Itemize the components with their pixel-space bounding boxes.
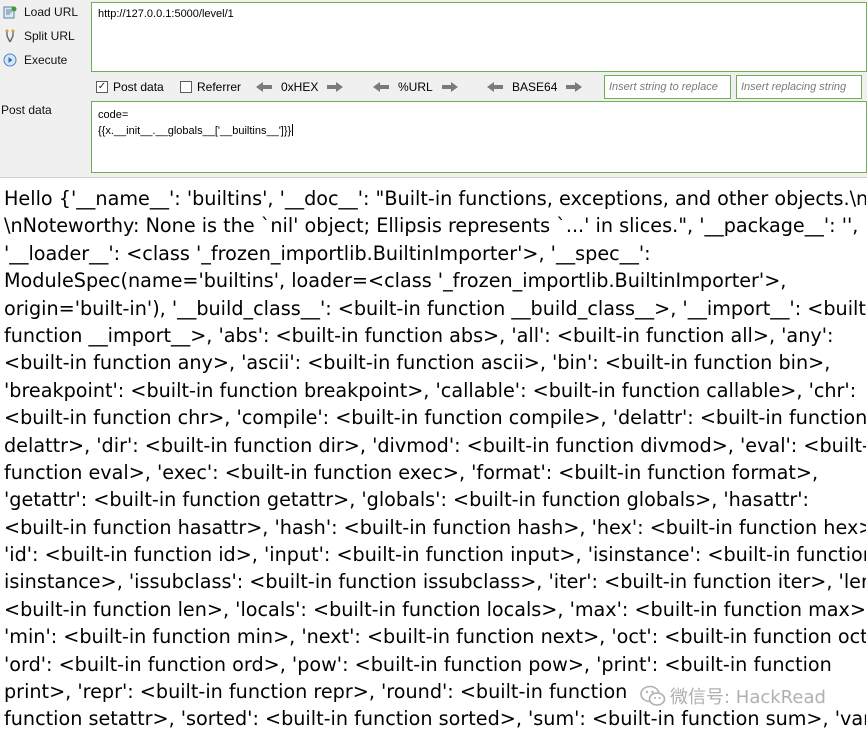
post-data-checkbox[interactable]: ✓ Post data <box>96 79 164 95</box>
replace-string-field[interactable] <box>604 75 731 99</box>
replace-string-input[interactable] <box>605 76 730 98</box>
arrow-right-icon[interactable] <box>565 81 583 93</box>
post-data-line-2-text: {{x.__init__.__globals__['__builtins__']… <box>98 125 292 137</box>
url-encode-control: %URL <box>372 79 459 95</box>
split-url-button[interactable]: Split URL <box>2 26 75 46</box>
wechat-watermark: 微信号: HackRead <box>640 683 826 709</box>
response-line: <built-in function hasattr>, 'hash': <bu… <box>4 515 866 539</box>
execute-icon <box>2 52 18 68</box>
load-url-icon <box>2 4 18 20</box>
hex-encode-control: 0xHEX <box>255 79 344 95</box>
arrow-left-icon[interactable] <box>255 81 273 93</box>
response-line: <built-in function any>, 'ascii': <built… <box>4 351 831 375</box>
response-line: <built-in function chr>, 'compile': <bui… <box>4 406 866 430</box>
referrer-checkbox[interactable]: Referrer <box>180 79 241 95</box>
arrow-left-icon[interactable] <box>372 81 390 93</box>
execute-label: Execute <box>24 53 68 67</box>
url-textarea[interactable]: http://127.0.0.1:5000/level/1 <box>91 2 867 72</box>
response-line: 'min': <built-in function min>, 'next': … <box>4 625 866 649</box>
replacing-string-field[interactable] <box>736 75 862 99</box>
split-url-label: Split URL <box>24 29 75 43</box>
url-value: http://127.0.0.1:5000/level/1 <box>98 8 234 20</box>
load-url-label: Load URL <box>24 5 79 19</box>
post-data-label: Post data <box>1 103 52 117</box>
arrow-right-icon[interactable] <box>441 81 459 93</box>
post-data-line-2: {{x.__init__.__globals__['__builtins__']… <box>98 124 294 137</box>
checkmark-icon: ✓ <box>96 81 108 93</box>
wechat-icon <box>640 685 666 706</box>
response-line: ModuleSpec(name='builtins', loader=<clas… <box>4 269 787 293</box>
referrer-checkbox-label: Referrer <box>197 80 242 94</box>
response-body: Hello {'__name__': 'builtins', '__doc__'… <box>4 185 866 733</box>
response-line: origin='built-in'), '__build_class__': <… <box>4 296 866 320</box>
response-line: 'id': <built-in function id>, 'input': <… <box>4 543 866 567</box>
response-line: function eval>, 'exec': <built-in functi… <box>4 460 819 484</box>
response-line: \nNoteworthy: None is the `nil' object; … <box>4 214 859 238</box>
response-line: function __import__>, 'abs': <built-in f… <box>4 323 834 347</box>
post-data-checkbox-label: Post data <box>113 80 164 94</box>
base64-encode-control: BASE64 <box>486 79 583 95</box>
empty-checkbox-icon <box>180 81 192 93</box>
response-line: 'ord': <built-in function ord>, 'pow': <… <box>4 652 832 676</box>
text-caret <box>292 124 294 136</box>
replacing-string-input[interactable] <box>737 76 861 98</box>
arrow-right-icon[interactable] <box>326 81 344 93</box>
execute-button[interactable]: Execute <box>2 50 67 70</box>
response-line: '__loader__': <class '_frozen_importlib.… <box>4 241 651 265</box>
url-encode-label: %URL <box>398 80 433 94</box>
load-url-button[interactable]: Load URL <box>2 2 78 22</box>
post-data-line-1: code= <box>98 109 129 121</box>
response-line: delattr>, 'dir': <built-in function dir>… <box>4 433 866 457</box>
split-url-icon <box>2 28 18 44</box>
response-line: function setattr>, 'sorted': <built-in f… <box>4 707 866 731</box>
watermark-text: 微信号: HackRead <box>670 687 826 708</box>
hex-label: 0xHEX <box>281 80 319 94</box>
arrow-left-icon[interactable] <box>486 81 504 93</box>
hackbar-panel: Load URL Split URL Execute http://127.0.… <box>0 0 867 178</box>
response-line: isinstance>, 'issubclass': <built-in fun… <box>4 570 866 594</box>
response-line: 'getattr': <built-in function getattr>, … <box>4 488 810 512</box>
response-line: Hello {'__name__': 'builtins', '__doc__'… <box>4 187 866 210</box>
response-line: 'breakpoint': <built-in function breakpo… <box>4 378 857 402</box>
base64-label: BASE64 <box>512 80 558 94</box>
response-line: <built-in function len>, 'locals': <buil… <box>4 597 866 621</box>
post-data-textarea[interactable]: code= {{x.__init__.__globals__['__builti… <box>91 101 867 173</box>
